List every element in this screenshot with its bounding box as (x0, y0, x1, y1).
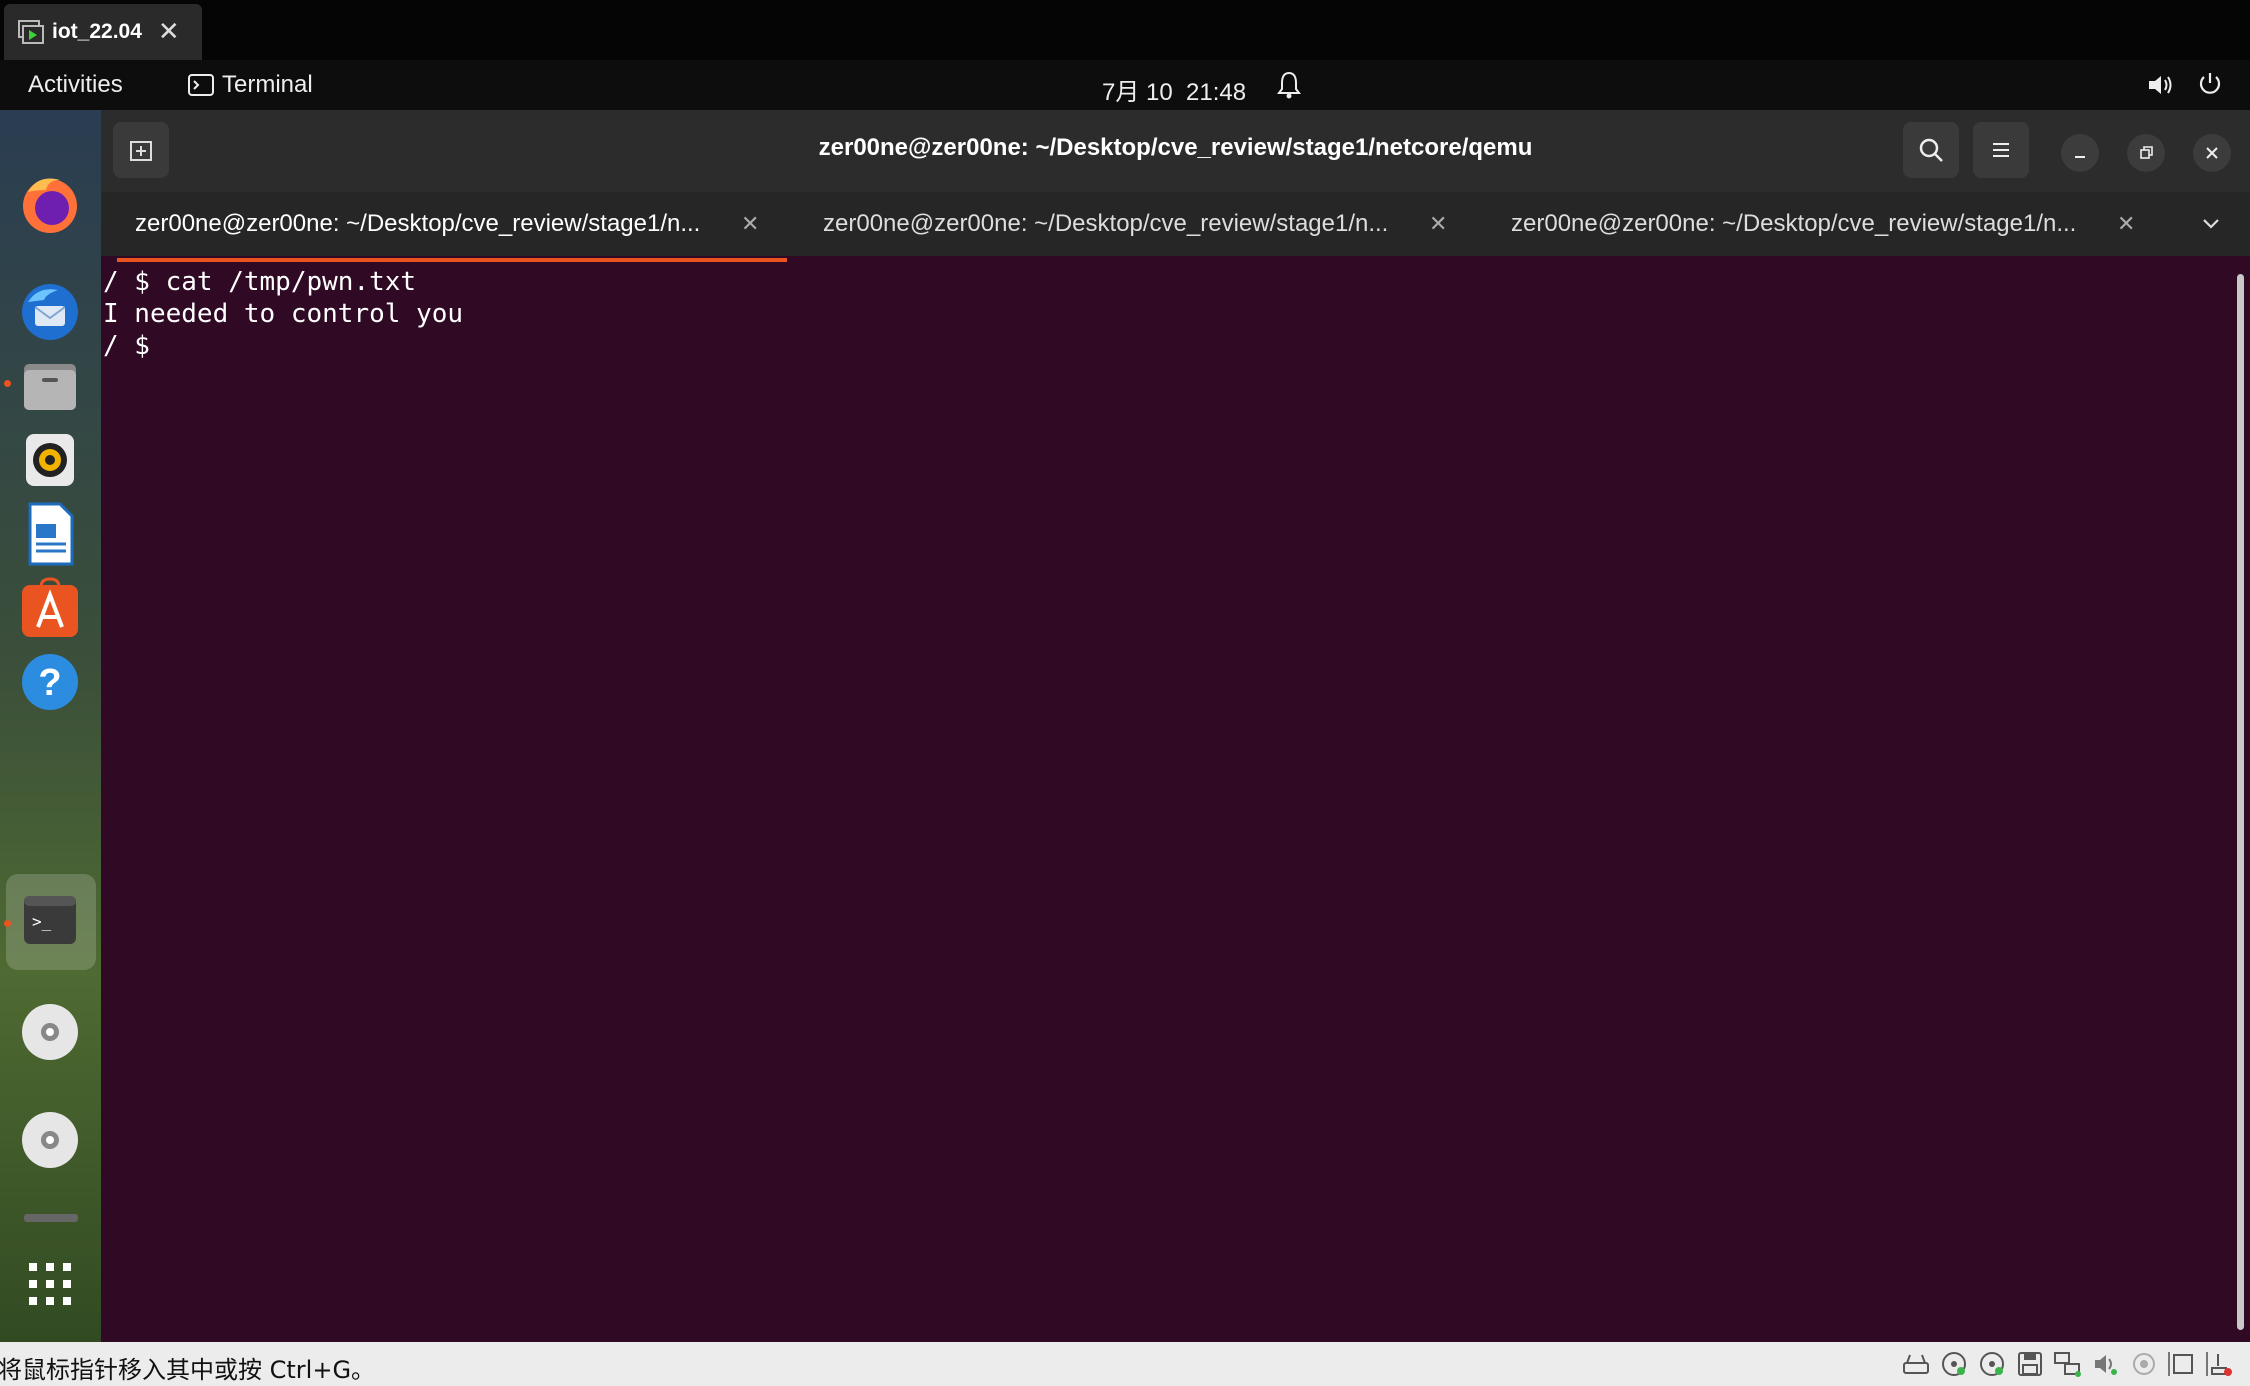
terminal-tab-1[interactable]: zer00ne@zer00ne: ~/Desktop/cve_review/st… (101, 192, 789, 256)
cd-drive-icon[interactable] (1938, 1349, 1970, 1379)
dock-writer[interactable] (14, 498, 86, 570)
svg-text:>_: >_ (32, 912, 52, 931)
tab-close-icon[interactable]: ✕ (1429, 211, 1447, 237)
hamburger-menu-icon (1993, 143, 2009, 157)
terminal-line: / $ cat /tmp/pwn.txt (103, 267, 417, 297)
power-icon[interactable] (2196, 70, 2224, 98)
scrollbar[interactable] (2237, 274, 2244, 1330)
minimize-icon (2075, 156, 2085, 158)
header-bar: zer00ne@zer00ne: ~/Desktop/cve_review/st… (101, 110, 2250, 192)
dock-show-apps[interactable] (14, 1248, 86, 1320)
help-icon: ? (22, 654, 78, 710)
floppy-save-icon[interactable] (2014, 1349, 2046, 1379)
files-icon (24, 364, 76, 410)
terminal-output[interactable]: / $ cat /tmp/pwn.txt I needed to control … (103, 266, 2223, 362)
terminal-small-icon (188, 74, 214, 96)
audio-icon[interactable] (2090, 1349, 2122, 1379)
dock-app-center[interactable] (14, 572, 86, 644)
volume-icon[interactable] (2146, 72, 2176, 98)
vm-running-icon (18, 20, 44, 44)
restore-button[interactable] (2127, 134, 2165, 172)
disc-icon (22, 1112, 78, 1168)
running-indicator (4, 380, 11, 387)
vm-tab-bar: iot_22.04 ✕ (0, 0, 2250, 60)
terminal-line: / $ (103, 331, 166, 361)
terminal-icon: >_ (24, 896, 76, 944)
restore-icon (2140, 146, 2153, 159)
app-menu[interactable]: Terminal (188, 71, 313, 99)
thunderbird-icon (22, 284, 78, 340)
svg-text:?: ? (38, 662, 61, 704)
dock-files[interactable] (14, 350, 86, 422)
tab-close-icon[interactable]: ✕ (2117, 211, 2135, 237)
dock-partial-item (24, 1214, 78, 1222)
dock-rhythmbox[interactable] (14, 424, 86, 496)
tab-label: zer00ne@zer00ne: ~/Desktop/cve_review/st… (823, 210, 1389, 237)
activities-button[interactable]: Activities (28, 71, 123, 99)
running-indicator (4, 920, 11, 927)
dock-terminal[interactable]: >_ (14, 884, 86, 956)
status-icons (1900, 1349, 2236, 1379)
terminal-line: I needed to control you (103, 299, 464, 329)
dock: ? >_ (0, 110, 101, 1342)
vm-tab[interactable]: iot_22.04 ✕ (4, 4, 202, 60)
app-menu-label: Terminal (222, 71, 313, 98)
device-error-icon[interactable] (2204, 1349, 2236, 1379)
status-text: 将鼠标指针移入其中或按 Ctrl+G。 (0, 1356, 376, 1384)
gnome-top-bar: Activities Terminal 7月 10 21:48 (0, 60, 2250, 110)
dock-thunderbird[interactable] (14, 276, 86, 348)
display-icon[interactable] (2166, 1349, 2198, 1379)
cd-drive-icon[interactable] (1976, 1349, 2008, 1379)
menu-button[interactable] (1973, 122, 2029, 178)
tab-label: zer00ne@zer00ne: ~/Desktop/cve_review/st… (135, 210, 701, 237)
terminal-tab-2[interactable]: zer00ne@zer00ne: ~/Desktop/cve_review/st… (789, 192, 1477, 256)
disc-icon (22, 1004, 78, 1060)
chevron-down-icon[interactable] (2199, 212, 2223, 236)
search-icon (1919, 138, 1943, 162)
vm-status-bar: 将鼠标指针移入其中或按 Ctrl+G。 (0, 1342, 2250, 1386)
dock-help[interactable]: ? (14, 646, 86, 718)
app-center-icon (22, 577, 78, 637)
vm-tab-title: iot_22.04 (52, 20, 142, 43)
hard-disk-icon[interactable] (1900, 1349, 1932, 1379)
rhythmbox-icon (26, 434, 74, 486)
minimize-button[interactable] (2061, 134, 2099, 172)
show-apps-icon (29, 1263, 71, 1305)
writer-icon (28, 502, 74, 566)
terminal-window[interactable]: zer00ne@zer00ne: ~/Desktop/cve_review/st… (101, 110, 2250, 1342)
tab-close-icon[interactable]: ✕ (741, 211, 759, 237)
close-icon (2206, 147, 2218, 159)
network-icon[interactable] (2052, 1349, 2084, 1379)
firefox-icon (23, 178, 77, 233)
usb-icon[interactable] (2128, 1349, 2160, 1379)
tab-label: zer00ne@zer00ne: ~/Desktop/cve_review/st… (1511, 210, 2077, 237)
active-tab-indicator (117, 258, 787, 262)
dock-firefox[interactable] (14, 168, 86, 240)
close-button[interactable] (2193, 134, 2231, 172)
terminal-tab-3[interactable]: zer00ne@zer00ne: ~/Desktop/cve_review/st… (1477, 192, 2165, 256)
vm-tab-close-icon[interactable]: ✕ (158, 17, 180, 47)
search-button[interactable] (1903, 122, 1959, 178)
tab-bar: zer00ne@zer00ne: ~/Desktop/cve_review/st… (101, 192, 2250, 256)
dock-disc-2[interactable] (14, 1104, 86, 1176)
clock[interactable]: 7月 10 21:48 (1102, 72, 1246, 107)
dock-disc-1[interactable] (14, 996, 86, 1068)
notification-bell-icon[interactable] (1276, 70, 1302, 100)
